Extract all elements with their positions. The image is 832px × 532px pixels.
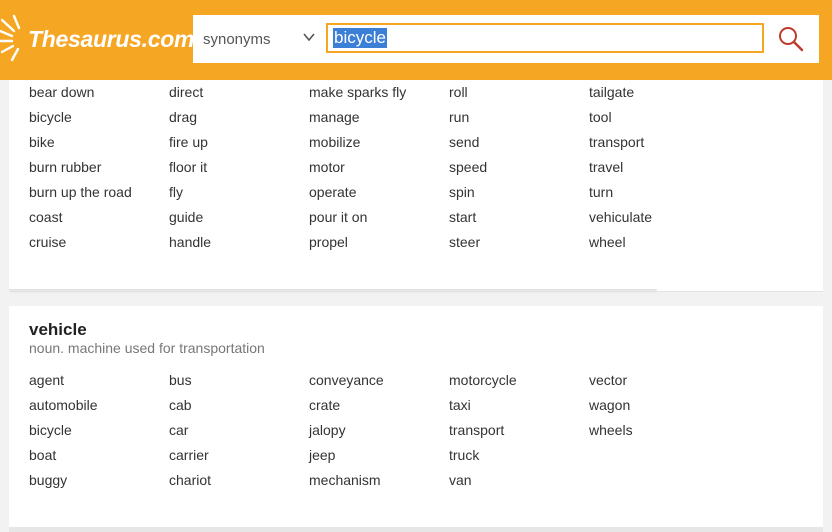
search-type-label: synonyms	[203, 30, 271, 48]
synonym-link[interactable]: crate	[309, 395, 449, 420]
synonym-link[interactable]: buggy	[29, 470, 169, 495]
synonym-link[interactable]: bike	[29, 132, 169, 157]
synonym-link[interactable]: fire up	[169, 132, 309, 157]
synonym-link[interactable]: agent	[29, 370, 169, 395]
synonym-link[interactable]: automobile	[29, 395, 169, 420]
synonym-link[interactable]: taxi	[449, 395, 589, 420]
empty-cell	[589, 470, 729, 495]
synonym-link[interactable]: make sparks fly	[309, 82, 449, 107]
synonym-link[interactable]: bear down	[29, 82, 169, 107]
synonym-link[interactable]: run	[449, 107, 589, 132]
synonym-link[interactable]: handle	[169, 232, 309, 257]
search-input[interactable]: bicycle	[326, 23, 764, 53]
synonym-link[interactable]: turn	[589, 182, 729, 207]
synonym-link[interactable]: burn up the road	[29, 182, 169, 207]
card-shadow	[9, 289, 657, 294]
synonym-link[interactable]: roll	[449, 82, 589, 107]
synonym-link[interactable]: jeep	[309, 445, 449, 470]
synonym-link[interactable]: conveyance	[309, 370, 449, 395]
synonym-link[interactable]: spin	[449, 182, 589, 207]
synonym-link[interactable]: boat	[29, 445, 169, 470]
synonym-link[interactable]: transport	[449, 420, 589, 445]
synonym-link[interactable]: pour it on	[309, 207, 449, 232]
synonym-link[interactable]: start	[449, 207, 589, 232]
site-header: Thesaurus.com synonyms bicycle	[0, 0, 832, 80]
synonym-link[interactable]: cab	[169, 395, 309, 420]
search-input-value: bicycle	[333, 28, 387, 48]
synonym-link[interactable]: wagon	[589, 395, 729, 420]
sense-title: vehicle	[29, 320, 87, 339]
synonym-link[interactable]: wheel	[589, 232, 729, 257]
synonym-link[interactable]: cruise	[29, 232, 169, 257]
synonym-link[interactable]: steer	[449, 232, 589, 257]
chevron-down-icon	[303, 33, 315, 42]
synonym-link[interactable]: speed	[449, 157, 589, 182]
synonym-link[interactable]: floor it	[169, 157, 309, 182]
synonym-link[interactable]: guide	[169, 207, 309, 232]
synonym-link[interactable]: direct	[169, 82, 309, 107]
synonym-link[interactable]: coast	[29, 207, 169, 232]
synonym-card-drive: bear down bicycle bike burn rubber burn up t…	[9, 80, 823, 291]
synonym-link[interactable]: bicycle	[29, 420, 169, 445]
synonym-list: bear down bicycle bike burn rubber burn up t…	[29, 82, 729, 257]
synonym-link[interactable]: tool	[589, 107, 729, 132]
empty-cell	[589, 445, 729, 470]
synonym-link[interactable]: bicycle	[29, 107, 169, 132]
synonym-link[interactable]: propel	[309, 232, 449, 257]
synonym-link[interactable]: send	[449, 132, 589, 157]
synonym-link[interactable]: carrier	[169, 445, 309, 470]
synonym-link[interactable]: van	[449, 470, 589, 495]
synonym-link[interactable]: drag	[169, 107, 309, 132]
synonym-link[interactable]: bus	[169, 370, 309, 395]
synonym-link[interactable]: manage	[309, 107, 449, 132]
synonym-link[interactable]: motor	[309, 157, 449, 182]
synonym-link[interactable]: mobilize	[309, 132, 449, 157]
synonym-link[interactable]: tailgate	[589, 82, 729, 107]
synonym-link[interactable]: operate	[309, 182, 449, 207]
search-icon	[779, 27, 804, 52]
synonym-link[interactable]: motorcycle	[449, 370, 589, 395]
synonym-link[interactable]: travel	[589, 157, 729, 182]
synonym-link[interactable]: transport	[589, 132, 729, 157]
synonym-link[interactable]: vector	[589, 370, 729, 395]
synonym-link[interactable]: truck	[449, 445, 589, 470]
synonym-link[interactable]: mechanism	[309, 470, 449, 495]
site-logo[interactable]: Thesaurus.com	[0, 14, 194, 64]
synonym-list: agent automobile bicycle boat buggy bus cab car…	[29, 370, 729, 495]
search-button[interactable]	[771, 23, 811, 55]
search-bar: synonyms bicycle	[193, 15, 819, 63]
synonym-link[interactable]: car	[169, 420, 309, 445]
synonym-link[interactable]: chariot	[169, 470, 309, 495]
synonym-link[interactable]: wheels	[589, 420, 729, 445]
search-type-select[interactable]: synonyms	[193, 15, 325, 63]
synonym-link[interactable]: vehiculate	[589, 207, 729, 232]
synonym-link[interactable]: fly	[169, 182, 309, 207]
synonym-link[interactable]: burn rubber	[29, 157, 169, 182]
card-shadow	[9, 527, 823, 532]
logo-text: Thesaurus.com	[28, 25, 195, 52]
synonym-card-vehicle: vehicle noun. machine used for transport…	[9, 306, 823, 530]
synonym-link[interactable]: jalopy	[309, 420, 449, 445]
sense-definition: noun. machine used for transportation	[29, 340, 265, 356]
